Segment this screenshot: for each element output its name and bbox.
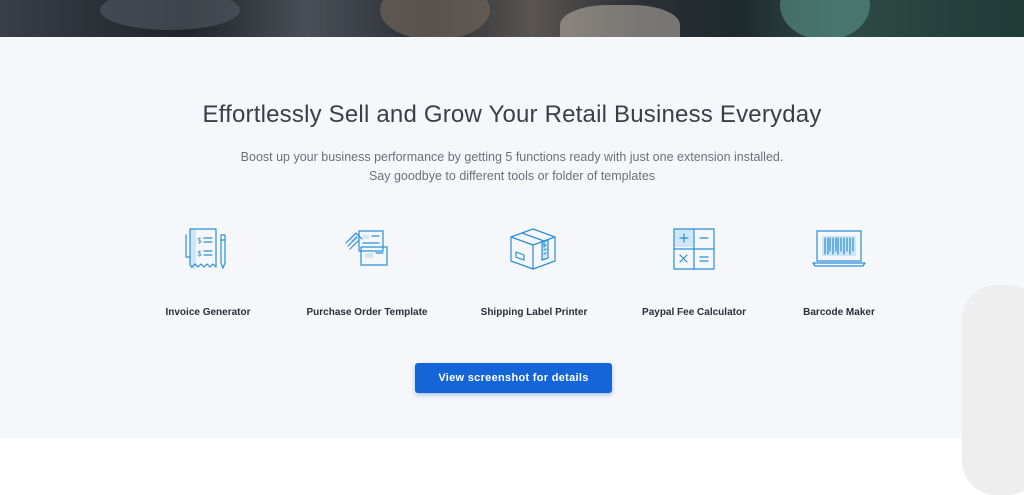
subtext-line-2: Say goodbye to different tools or folder… [368,169,656,183]
barcode-laptop-icon [812,230,866,267]
feature-paypal-fee-calculator: Paypal Fee Calculator [614,221,774,318]
feature-invoice-generator: $ $ Invoice Generator [128,221,288,318]
feature-barcode-maker: Barcode Maker [759,221,919,318]
calculator-icon [673,228,715,270]
subtext-line-1: Boost up your business performance by ge… [240,150,784,164]
feature-label: Shipping Label Printer [480,307,588,318]
feature-purchase-order-template: Purchase Order Template [287,221,447,318]
svg-text:$: $ [197,236,202,245]
features-section: Effortlessly Sell and Grow Your Retail B… [0,37,1024,438]
view-screenshot-button[interactable]: View screenshot for details [415,363,612,393]
shipping-box-icon [510,228,556,270]
feature-label: Purchase Order Template [306,307,428,318]
invoice-icon: $ $ [185,228,226,269]
section-subtext: Boost up your business performance by ge… [0,148,1024,186]
decorative-side-shape [962,285,1024,495]
feature-shipping-label-printer: Shipping Label Printer [454,221,614,318]
section-headline: Effortlessly Sell and Grow Your Retail B… [202,101,822,128]
feature-label: Barcode Maker [803,307,875,318]
feature-label: Paypal Fee Calculator [642,307,746,318]
hero-image-strip [0,0,1024,37]
purchase-order-icon [345,230,388,266]
svg-text:$: $ [197,249,202,258]
feature-label: Invoice Generator [165,307,251,318]
